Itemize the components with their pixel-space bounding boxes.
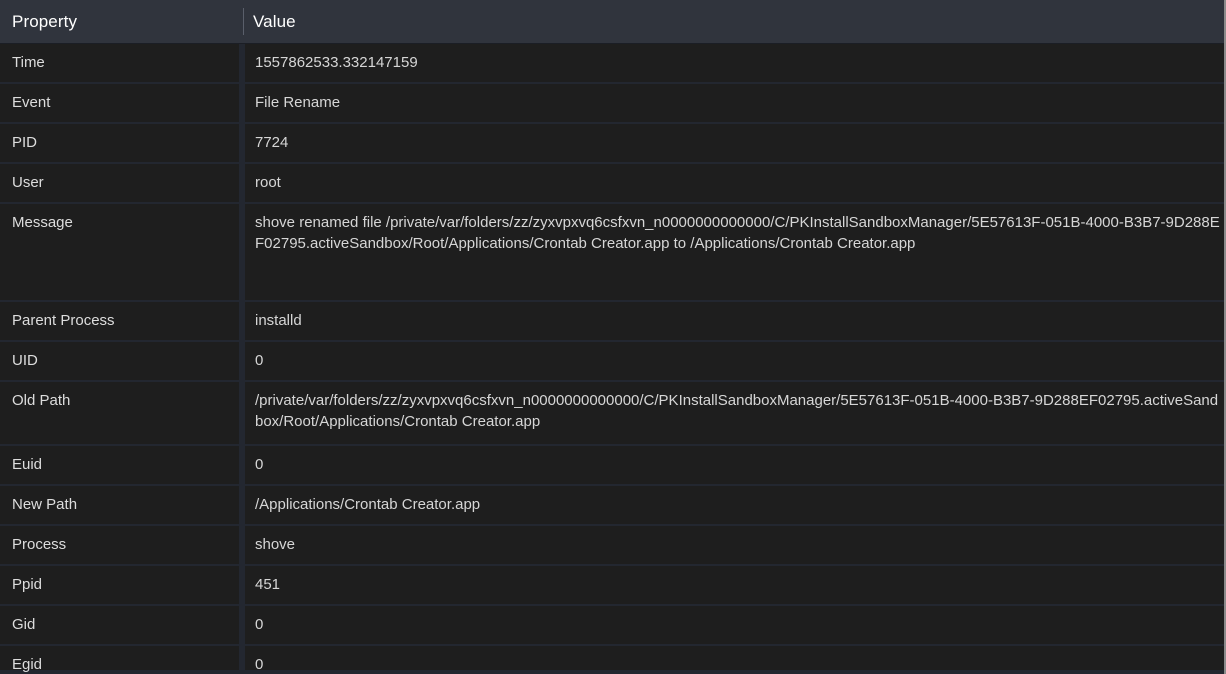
property-cell: UID <box>0 342 239 380</box>
table-row[interactable]: Euid 0 <box>0 446 1224 484</box>
value-cell[interactable]: 1557862533.332147159 <box>245 44 1224 82</box>
property-cell: Euid <box>0 446 239 484</box>
property-cell: New Path <box>0 486 239 524</box>
table-row[interactable]: Parent Process installd <box>0 302 1224 340</box>
value-cell[interactable]: 0 <box>245 342 1224 380</box>
value-cell[interactable]: 7724 <box>245 124 1224 162</box>
value-cell[interactable]: 451 <box>245 566 1224 604</box>
value-cell[interactable]: /private/var/folders/zz/zyxvpxvq6csfxvn_… <box>245 382 1224 444</box>
property-cell: User <box>0 164 239 202</box>
column-header-value[interactable]: Value <box>243 0 1224 43</box>
column-resize-handle[interactable] <box>243 8 244 35</box>
table-row[interactable]: PID 7724 <box>0 124 1224 162</box>
value-cell[interactable]: 0 <box>245 446 1224 484</box>
value-cell[interactable]: installd <box>245 302 1224 340</box>
table-row[interactable]: Old Path/private/var/folders/zz/zyxvpxvq… <box>0 382 1224 444</box>
property-cell: Process <box>0 526 239 564</box>
value-cell[interactable]: root <box>245 164 1224 202</box>
property-cell: Ppid <box>0 566 239 604</box>
table-row[interactable]: Gid 0 <box>0 606 1224 644</box>
table-row[interactable]: Event File Rename <box>0 84 1224 122</box>
property-cell: Parent Process <box>0 302 239 340</box>
property-cell: Egid <box>0 646 239 673</box>
column-header-property[interactable]: Property <box>0 0 243 43</box>
value-cell[interactable]: 0 <box>245 646 1224 673</box>
property-cell: Gid <box>0 606 239 644</box>
table-row[interactable]: User root <box>0 164 1224 202</box>
property-table-body: Time 1557862533.332147159 Event File Rename… <box>0 44 1224 673</box>
property-cell: Message <box>0 204 239 300</box>
table-row[interactable]: Ppid 451 <box>0 566 1224 604</box>
event-detail-window: Property Value Time 1557862533.332147159 E… <box>0 0 1226 674</box>
table-row[interactable]: Message shove renamed file /private/var/f… <box>0 204 1224 300</box>
table-row[interactable]: Process shove <box>0 526 1224 564</box>
property-cell: Event <box>0 84 239 122</box>
value-cell[interactable]: File Rename <box>245 84 1224 122</box>
value-cell[interactable]: /Applications/Crontab Creator.app <box>245 486 1224 524</box>
property-cell: PID <box>0 124 239 162</box>
table-header: Property Value <box>0 0 1224 44</box>
table-row[interactable]: Egid 0 <box>0 646 1224 673</box>
table-row[interactable]: New Path/Applications/Crontab Creator.ap… <box>0 486 1224 524</box>
value-cell[interactable]: shove <box>245 526 1224 564</box>
value-cell[interactable]: 0 <box>245 606 1224 644</box>
property-cell: Old Path <box>0 382 239 444</box>
value-cell[interactable]: shove renamed file /private/var/folders/… <box>245 204 1224 300</box>
table-row[interactable]: Time 1557862533.332147159 <box>0 44 1224 82</box>
property-cell: Time <box>0 44 239 82</box>
table-row[interactable]: UID 0 <box>0 342 1224 380</box>
